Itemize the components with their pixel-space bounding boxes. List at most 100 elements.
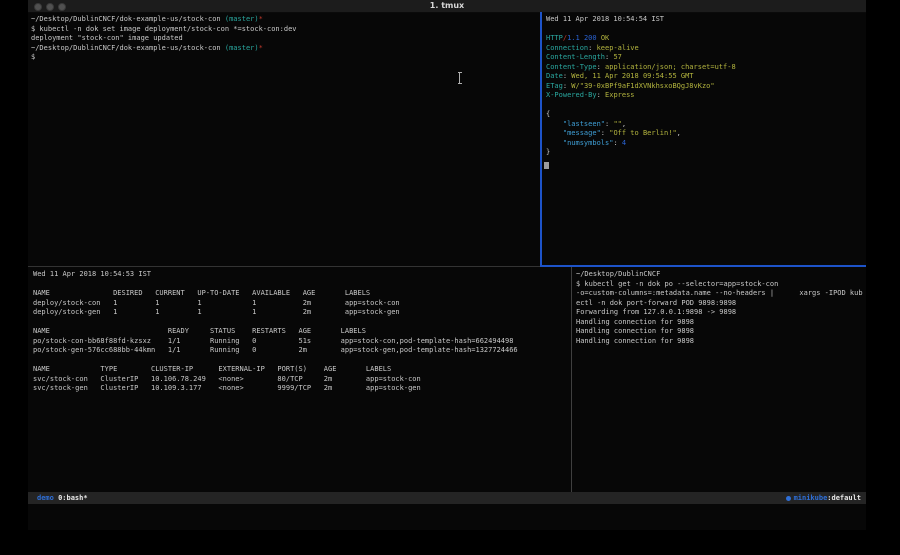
- pane-bottom-right-port-forward[interactable]: ~/Desktop/DublinCNCF$ kubectl get -n dok…: [572, 267, 870, 495]
- text-segment: Connection: [546, 44, 588, 52]
- terminal-cursor: [544, 162, 549, 169]
- text-segment: 1.1: [567, 34, 580, 42]
- text-segment: NAME READY STATUS RESTARTS AGE LABELS: [33, 327, 366, 335]
- text-segment: }: [546, 148, 550, 156]
- text-segment: Date: [546, 72, 563, 80]
- mouse-ibeam-cursor: [459, 72, 460, 84]
- text-segment: "message": [563, 129, 601, 137]
- terminal-line: deployment "stock-con" image updated: [31, 34, 543, 44]
- terminal-line: Wed 11 Apr 2018 10:54:53 IST: [33, 270, 576, 280]
- terminal-line: ~/Desktop/DublinCNCF: [576, 270, 870, 280]
- kubernetes-icon: [786, 496, 791, 501]
- terminal-line: Handling connection for 9898: [576, 327, 870, 337]
- text-segment: deploy/stock-con 1 1 1 1 2m app=stock-co…: [33, 299, 400, 307]
- text-segment: ,: [677, 129, 681, 137]
- text-segment: OK: [601, 34, 609, 42]
- text-segment: application/json; charset=utf-8: [605, 63, 736, 71]
- text-segment: [546, 129, 563, 137]
- terminal-line: [33, 318, 576, 328]
- terminal-line: po/stock-gen-576cc688bb-44kmn 1/1 Runnin…: [33, 346, 576, 356]
- pane-divider-vertical-top[interactable]: [540, 12, 542, 267]
- text-segment: (master): [225, 15, 259, 23]
- window-list-item-active[interactable]: 0:bash*: [58, 494, 88, 502]
- pane-divider-horizontal-left[interactable]: [28, 266, 540, 267]
- text-segment: Handling connection for 9898: [576, 327, 694, 335]
- text-segment: deploy/stock-gen 1 1 1 1 2m app=stock-ge…: [33, 308, 400, 316]
- terminal-window: 1. tmux ~/Desktop/DublinCNCF/dok-example…: [28, 0, 866, 530]
- text-segment: -o=custom-columns=:metadata.name --no-he…: [576, 289, 863, 297]
- window-title: 1. tmux: [28, 1, 866, 10]
- terminal-line: [546, 25, 870, 35]
- terminal-line: NAME DESIRED CURRENT UP-TO-DATE AVAILABL…: [33, 289, 576, 299]
- terminal-line: po/stock-con-bb68f88fd-kzsxz 1/1 Running…: [33, 337, 576, 347]
- text-segment: Forwarding from 127.0.0.1:9898 -> 9898: [576, 308, 736, 316]
- text-segment: "": [613, 120, 621, 128]
- terminal-line: [33, 356, 576, 366]
- text-segment: NAME DESIRED CURRENT UP-TO-DATE AVAILABL…: [33, 289, 370, 297]
- terminal-line: Handling connection for 9898: [576, 318, 870, 328]
- terminal-line: ETag: W/"39-0xBPf9aF1dXVNkhsxoBQgJ8vKzo": [546, 82, 870, 92]
- kube-context: minikube: [794, 494, 828, 502]
- terminal-line: svc/stock-gen ClusterIP 10.109.3.177 <no…: [33, 384, 576, 394]
- text-segment: svc/stock-con ClusterIP 10.106.78.249 <n…: [33, 375, 421, 383]
- pane-top-left-shell[interactable]: ~/Desktop/DublinCNCF/dok-example-us/stoc…: [28, 12, 543, 269]
- text-segment: ~/Desktop/DublinCNCF/dok-example-us/stoc…: [31, 44, 225, 52]
- text-segment: ,: [622, 120, 626, 128]
- status-right: minikube:default: [786, 492, 866, 504]
- terminal-line: "message": "Off to Berlin!",: [546, 129, 870, 139]
- text-segment: Express: [605, 91, 635, 99]
- text-segment: Content-Length: [546, 53, 605, 61]
- tmux-status-bar: demo 0:bash* minikube:default: [28, 492, 866, 504]
- text-segment: deployment "stock-con" image updated: [31, 34, 183, 42]
- pane-bottom-left-kubectl-get[interactable]: Wed 11 Apr 2018 10:54:53 IST NAME DESIRED…: [28, 267, 576, 495]
- session-name: demo: [37, 494, 54, 502]
- text-segment: $: [31, 53, 35, 61]
- text-segment: (master): [225, 44, 259, 52]
- text-segment: {: [546, 110, 550, 118]
- text-segment: [546, 139, 563, 147]
- text-segment: "lastseen": [563, 120, 605, 128]
- text-segment: W/"39-0xBPf9aF1dXVNkhsxoBQgJ8vKzo": [571, 82, 714, 90]
- text-segment: keep-alive: [597, 44, 639, 52]
- terminal-line: deploy/stock-con 1 1 1 1 2m app=stock-co…: [33, 299, 576, 309]
- terminal-line: $: [31, 53, 543, 63]
- pane-divider-vertical-bottom[interactable]: [571, 267, 572, 492]
- text-segment: *: [259, 15, 263, 23]
- text-segment: Handling connection for 9898: [576, 318, 694, 326]
- kube-namespace: :default: [827, 494, 861, 502]
- terminal-line: -o=custom-columns=:metadata.name --no-he…: [576, 289, 870, 299]
- text-segment: NAME TYPE CLUSTER-IP EXTERNAL-IP PORT(S)…: [33, 365, 391, 373]
- text-segment: HTTP: [546, 34, 563, 42]
- terminal-line: Content-Type: application/json; charset=…: [546, 63, 870, 73]
- terminal-line: }: [546, 148, 870, 158]
- text-segment: [546, 120, 563, 128]
- terminal-line: Content-Length: 57: [546, 53, 870, 63]
- terminal-line: $ kubectl -n dok set image deployment/st…: [31, 25, 543, 35]
- status-left: demo 0:bash*: [28, 492, 88, 504]
- terminal-line: ectl -n dok port-forward POD 9898:9898: [576, 299, 870, 309]
- text-segment: po/stock-con-bb68f88fd-kzsxz 1/1 Running…: [33, 337, 513, 345]
- text-segment: Handling connection for 9898: [576, 337, 694, 345]
- text-segment: :: [601, 129, 609, 137]
- text-segment: *: [259, 44, 263, 52]
- terminal-line: ~/Desktop/DublinCNCF/dok-example-us/stoc…: [31, 44, 543, 54]
- terminal-line: HTTP/1.1 200 OK: [546, 34, 870, 44]
- pane-divider-horizontal-right[interactable]: [540, 265, 866, 267]
- terminal-line: deploy/stock-gen 1 1 1 1 2m app=stock-ge…: [33, 308, 576, 318]
- text-segment: 200: [584, 34, 597, 42]
- text-segment: :: [597, 63, 605, 71]
- text-segment: :: [597, 91, 605, 99]
- terminal-line: Connection: keep-alive: [546, 44, 870, 54]
- pane-top-right-http-response[interactable]: Wed 11 Apr 2018 10:54:54 IST HTTP/1.1 200…: [542, 12, 870, 269]
- terminal-line: [33, 280, 576, 290]
- text-segment: :: [613, 139, 621, 147]
- terminal-line: Wed 11 Apr 2018 10:54:54 IST: [546, 15, 870, 25]
- terminal-line: X-Powered-By: Express: [546, 91, 870, 101]
- terminal-line: $ kubectl get -n dok po --selector=app=s…: [576, 280, 870, 290]
- text-segment: Wed, 11 Apr 2018 09:54:55 GMT: [571, 72, 693, 80]
- text-segment: "Off to Berlin!": [609, 129, 676, 137]
- terminal-line: NAME READY STATUS RESTARTS AGE LABELS: [33, 327, 576, 337]
- text-segment: 57: [613, 53, 621, 61]
- text-segment: Wed 11 Apr 2018 10:54:54 IST: [546, 15, 664, 23]
- terminal-line: "lastseen": "",: [546, 120, 870, 130]
